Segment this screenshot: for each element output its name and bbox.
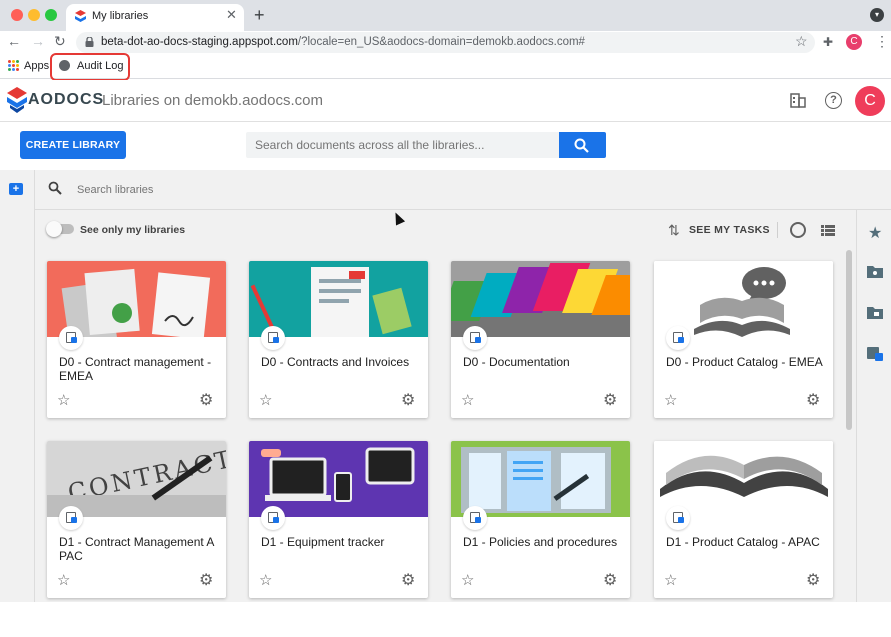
url-host: beta-dot-ao-docs-staging.appspot.com xyxy=(101,36,298,48)
list-view-icon[interactable] xyxy=(821,225,835,236)
scrollbar[interactable] xyxy=(846,250,852,430)
shared-folder-icon[interactable] xyxy=(867,265,883,278)
library-settings-gear-icon[interactable]: ⚙ xyxy=(806,570,820,590)
tab-search-icon[interactable]: ▾ xyxy=(870,8,884,22)
favorite-star-icon[interactable]: ☆ xyxy=(57,391,70,409)
forward-icon[interactable]: → xyxy=(31,33,45,49)
library-type-badge-icon xyxy=(59,506,83,530)
library-card[interactable]: D0 - Documentation ☆ ⚙ xyxy=(451,261,630,418)
tab-title: My libraries xyxy=(92,10,149,22)
library-card[interactable]: CONTRACT D1 - Contract Management A PAC … xyxy=(47,441,226,598)
maximize-window-button[interactable] xyxy=(45,9,57,21)
library-settings-gear-icon[interactable]: ⚙ xyxy=(199,390,213,410)
library-card[interactable]: D0 - Contract management - EMEA ☆ ⚙ xyxy=(47,261,226,418)
aodocs-favicon-icon xyxy=(75,10,86,22)
library-settings-gear-icon[interactable]: ⚙ xyxy=(401,570,415,590)
tab-close-icon[interactable]: ✕ xyxy=(226,7,237,23)
library-name[interactable]: D1 - Equipment tracker xyxy=(261,535,421,549)
library-settings-gear-icon[interactable]: ⚙ xyxy=(401,390,415,410)
back-icon[interactable]: ← xyxy=(7,33,21,49)
bookmarks-bar xyxy=(0,55,891,79)
global-search-placeholder: Search documents across all the librarie… xyxy=(255,138,485,152)
favorite-star-icon[interactable]: ☆ xyxy=(57,571,70,589)
apps-grid-icon[interactable] xyxy=(8,60,19,71)
bookmark-audit-log[interactable]: Audit Log xyxy=(77,60,123,72)
library-type-badge-icon xyxy=(463,326,487,350)
library-name[interactable]: D0 - Contracts and Invoices xyxy=(261,355,421,369)
bookmark-star-icon[interactable]: ☆ xyxy=(795,33,808,50)
add-library-icon[interactable]: + xyxy=(9,183,23,195)
library-settings-gear-icon[interactable]: ⚙ xyxy=(806,390,820,410)
minimize-window-button[interactable] xyxy=(28,9,40,21)
library-type-icon[interactable] xyxy=(867,347,883,361)
close-window-button[interactable] xyxy=(11,9,23,21)
library-card[interactable]: D1 - Equipment tracker ☆ ⚙ xyxy=(249,441,428,598)
favorite-star-icon[interactable]: ☆ xyxy=(664,391,677,409)
library-name[interactable]: D1 - Product Catalog - APAC xyxy=(666,535,826,549)
library-settings-gear-icon[interactable]: ⚙ xyxy=(603,390,617,410)
library-card[interactable]: D1 - Product Catalog - APAC ☆ ⚙ xyxy=(654,441,833,598)
toggle-knob[interactable] xyxy=(46,221,62,237)
library-search-input[interactable]: Search libraries xyxy=(77,184,153,196)
see-my-tasks-button[interactable]: SEE MY TASKS xyxy=(689,224,770,236)
browser-menu-icon[interactable]: ⋮ xyxy=(875,33,889,50)
library-name[interactable]: D0 - Contract management - EMEA xyxy=(59,355,219,383)
url-path: /?locale=en_US&aodocs-domain=demokb.aodo… xyxy=(297,36,585,48)
page-title: Libraries on demokb.aodocs.com xyxy=(102,92,323,109)
help-icon[interactable]: ? xyxy=(825,92,842,109)
create-library-button[interactable]: CREATE LIBRARY xyxy=(20,131,126,159)
library-search-bar[interactable] xyxy=(35,170,891,210)
library-name[interactable]: D1 - Contract Management A PAC xyxy=(59,535,219,563)
logo-text: AODOCS xyxy=(28,91,105,108)
new-tab-button[interactable]: + xyxy=(254,5,265,26)
favorite-star-icon[interactable]: ☆ xyxy=(259,391,272,409)
library-type-badge-icon xyxy=(666,506,690,530)
globe-icon xyxy=(59,60,70,71)
aodocs-logo-icon[interactable] xyxy=(7,87,27,113)
favorite-star-icon[interactable]: ☆ xyxy=(461,571,474,589)
locked-folder-icon[interactable] xyxy=(867,306,883,319)
user-avatar[interactable]: C xyxy=(855,86,885,116)
library-type-badge-icon xyxy=(666,326,690,350)
tasks-refresh-icon[interactable]: ⇅ xyxy=(668,222,680,239)
page-bottom xyxy=(0,602,891,637)
library-type-badge-icon xyxy=(463,506,487,530)
toolbar-divider xyxy=(777,222,778,238)
library-name[interactable]: D0 - Documentation xyxy=(463,355,623,369)
search-icon xyxy=(574,138,589,153)
lock-icon xyxy=(85,37,94,47)
extensions-puzzle-icon[interactable]: ✚ xyxy=(823,35,833,49)
recent-clock-icon[interactable] xyxy=(790,222,806,238)
library-settings-gear-icon[interactable]: ⚙ xyxy=(199,570,213,590)
library-name[interactable]: D0 - Product Catalog - EMEA xyxy=(666,355,826,369)
domain-building-icon[interactable] xyxy=(790,93,806,108)
library-card[interactable]: D0 - Contracts and Invoices ☆ ⚙ xyxy=(249,261,428,418)
url-text: beta-dot-ao-docs-staging.appspot.com/?lo… xyxy=(101,36,585,48)
library-type-badge-icon xyxy=(261,506,285,530)
library-search-icon xyxy=(48,181,62,195)
favorite-star-icon[interactable]: ☆ xyxy=(664,571,677,589)
global-search-button[interactable] xyxy=(559,132,606,158)
toggle-label: See only my libraries xyxy=(80,224,186,236)
library-type-badge-icon xyxy=(261,326,285,350)
library-type-badge-icon xyxy=(59,326,83,350)
browser-profile-avatar[interactable]: C xyxy=(846,34,862,50)
favorites-star-icon[interactable]: ★ xyxy=(868,223,882,243)
reload-icon[interactable]: ↻ xyxy=(54,33,66,50)
favorite-star-icon[interactable]: ☆ xyxy=(259,571,272,589)
library-card[interactable]: D1 - Policies and procedures ☆ ⚙ xyxy=(451,441,630,598)
library-settings-gear-icon[interactable]: ⚙ xyxy=(603,570,617,590)
left-rail xyxy=(0,170,35,602)
library-card[interactable]: D0 - Product Catalog - EMEA ☆ ⚙ xyxy=(654,261,833,418)
bookmark-apps[interactable]: Apps xyxy=(24,60,49,72)
favorite-star-icon[interactable]: ☆ xyxy=(461,391,474,409)
library-name[interactable]: D1 - Policies and procedures xyxy=(463,535,623,549)
